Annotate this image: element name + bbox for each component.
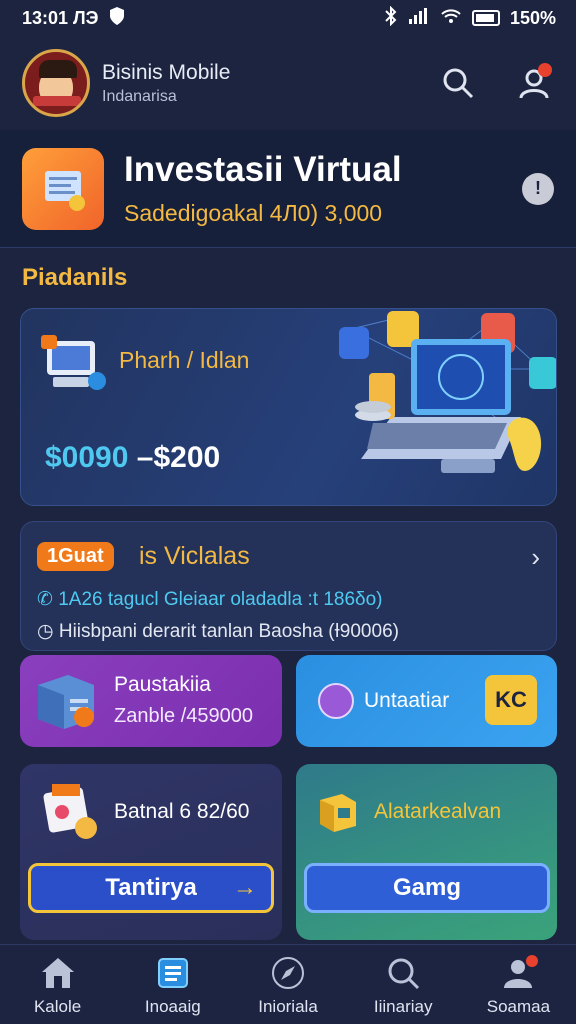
bottom-nav: Kalole Inoaaig Inioriala Iiinariay Soama…	[0, 944, 576, 1024]
arrow-right-icon: →	[233, 874, 257, 901]
nav-item-search[interactable]: Iiinariay	[346, 945, 461, 1024]
app-logo	[22, 49, 90, 117]
gamg-button[interactable]: Gamg	[304, 863, 550, 913]
info-button[interactable]: !	[522, 172, 554, 205]
user-icon	[498, 953, 539, 993]
tile-purple-title: Paustakiia	[114, 673, 211, 696]
promo-range-min: $0090	[45, 441, 129, 474]
search-icon	[383, 953, 423, 993]
nav-label: Soamaa	[486, 996, 551, 1016]
list-item-text: 1A26 tagucl Gleiaar oladadla :t 186δo)	[58, 589, 383, 610]
promo-range-max: –$200	[136, 441, 221, 474]
promo-range: $0090 –$200	[45, 441, 220, 475]
offer-badge: 1Guat	[37, 542, 114, 571]
battery-icon	[471, 10, 500, 26]
clock-icon: ◷	[37, 621, 59, 642]
search-icon	[443, 68, 474, 99]
tantirya-button-label: Tantirya	[105, 874, 197, 901]
list-item[interactable]: ✆ 1A26 tagucl Gleiaar oladadla :t 186δo)	[37, 588, 383, 611]
nav-item-document[interactable]: Inoaaig	[115, 945, 230, 1024]
nav-label: Inoaaig	[144, 996, 201, 1016]
nav-item-explore[interactable]: Inioriala	[230, 945, 345, 1024]
investment-icon	[22, 147, 104, 230]
nav-item-home[interactable]: Kalole	[0, 945, 115, 1024]
laptop-illustration	[311, 309, 556, 505]
offer-list-card[interactable]: 1Guat is Viclalas › ✆ 1A26 tagucl Gleiaa…	[20, 521, 557, 651]
tile-blue-badge: KC	[485, 675, 537, 725]
list-item-text: Hiisbpani derarit tanlan Baosha (Ɨ90006)	[58, 621, 399, 642]
compass-icon	[268, 953, 308, 993]
tile-purple[interactable]: Paustakiia Zanble /459000	[20, 655, 282, 747]
wallet-icon	[42, 780, 104, 847]
tile-green[interactable]: Alatarkealvan Gamg	[296, 764, 557, 940]
app-header: Bisinis Mobile Indanarisa	[0, 36, 576, 130]
nav-item-profile[interactable]: Soamaa	[461, 945, 576, 1024]
tile-purple-sub: Zanble /459000	[114, 705, 254, 727]
nav-label: Kalole	[33, 996, 82, 1016]
tile-green-title: Alatarkealvan	[374, 800, 502, 823]
monitor-icon	[41, 331, 111, 402]
document-icon	[153, 953, 193, 993]
nav-label: Inioriala	[258, 996, 318, 1016]
profile-button[interactable]	[514, 63, 554, 103]
status-time: 13:01 ЛЭ	[22, 7, 99, 28]
bluetooth-icon	[384, 5, 398, 31]
tile-dark[interactable]: Batnal 6 82/60 Tantirya →	[20, 764, 282, 940]
search-button[interactable]	[438, 63, 478, 103]
offer-list-title: is Viclalas	[139, 542, 250, 570]
wifi-icon	[440, 7, 462, 30]
app-title: Bisinis Mobile	[102, 60, 231, 84]
section-label: Piadanils	[22, 264, 128, 291]
tile-blue-title: Untaatiar	[364, 689, 450, 712]
network-icon	[408, 7, 430, 30]
hero-title: Investasii Virtual	[124, 150, 402, 189]
home-icon	[38, 953, 78, 993]
tile-blue[interactable]: Untaatiar KC	[296, 655, 557, 747]
tile-dark-title: Batnal 6 82/60	[114, 800, 250, 823]
battery-level: 150%	[509, 7, 556, 28]
promo-title: Pharh / Idlan	[119, 347, 250, 373]
notification-dot	[538, 63, 552, 77]
phone-icon: ✆	[37, 589, 59, 610]
shield-icon	[108, 6, 126, 31]
tantirya-button[interactable]: Tantirya →	[28, 863, 274, 913]
list-item[interactable]: ◷ Hiisbpani derarit tanlan Baosha (Ɨ9000…	[37, 620, 399, 643]
status-bar: 13:01 ЛЭ 150%	[0, 0, 576, 36]
notification-dot	[526, 954, 539, 967]
compass-icon	[316, 681, 356, 726]
brand: Bisinis Mobile Indanarisa	[102, 61, 230, 106]
app-subtitle: Indanarisa	[102, 87, 177, 105]
hero-subtitle: Sadedigoakal 4Л0) 3,000	[124, 200, 383, 226]
server-icon	[34, 671, 100, 738]
promo-card[interactable]: Pharh / Idlan $0090 –$200	[20, 308, 557, 506]
chevron-right-icon[interactable]: ›	[531, 542, 540, 573]
hero-banner: Investasii Virtual Sadedigoakal 4Л0) 3,0…	[0, 130, 576, 248]
nav-label: Iiinariay	[373, 996, 433, 1016]
box-icon	[316, 790, 360, 839]
